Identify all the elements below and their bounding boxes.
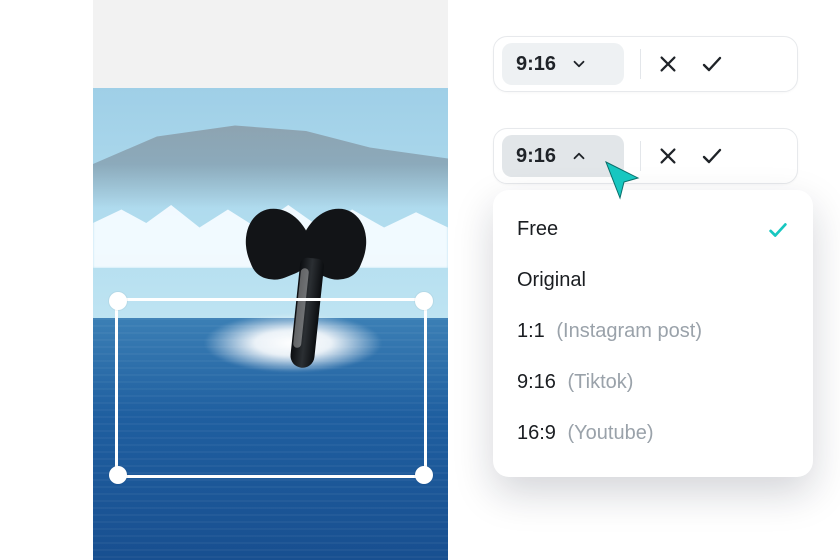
check-icon — [700, 144, 724, 168]
confirm-button[interactable] — [699, 143, 725, 169]
option-label: Original — [517, 269, 586, 292]
crop-handle-bottom-left[interactable] — [109, 466, 127, 484]
aspect-option-free[interactable]: Free — [493, 204, 813, 255]
cancel-button[interactable] — [655, 51, 681, 77]
option-ratio: 1:1 — [517, 320, 545, 342]
aspect-ratio-value: 9:16 — [516, 53, 556, 76]
canvas-background — [93, 0, 448, 560]
aspect-selector-collapsed: 9:16 — [493, 36, 798, 92]
crop-rectangle[interactable] — [115, 298, 427, 478]
aspect-ratio-dropdown[interactable]: 9:16 — [502, 43, 624, 85]
aspect-selector-open: 9:16 — [493, 128, 798, 184]
option-ratio: 16:9 — [517, 422, 556, 444]
aspect-ratio-dropdown-open[interactable]: 9:16 — [502, 135, 624, 177]
confirm-button[interactable] — [699, 51, 725, 77]
option-desc: (Youtube) — [568, 422, 654, 444]
aspect-ratio-menu: Free Original 1:1 (Instagram post) 9:16 … — [493, 190, 813, 477]
check-icon — [700, 52, 724, 76]
chevron-up-icon — [570, 147, 588, 165]
option-label: Free — [517, 218, 558, 241]
crop-handle-top-right[interactable] — [415, 292, 433, 310]
aspect-option-original[interactable]: Original — [493, 255, 813, 306]
chevron-down-icon — [570, 55, 588, 73]
aspect-option-9-16[interactable]: 9:16 (Tiktok) — [493, 357, 813, 408]
close-icon — [657, 145, 679, 167]
option-ratio: 9:16 — [517, 371, 556, 393]
aspect-option-16-9[interactable]: 16:9 (Youtube) — [493, 408, 813, 459]
divider — [640, 49, 641, 79]
check-icon — [767, 219, 789, 241]
divider — [640, 141, 641, 171]
crop-handle-top-left[interactable] — [109, 292, 127, 310]
aspect-ratio-value: 9:16 — [516, 145, 556, 168]
cancel-button[interactable] — [655, 143, 681, 169]
image-preview — [93, 88, 448, 560]
aspect-option-1-1[interactable]: 1:1 (Instagram post) — [493, 306, 813, 357]
close-icon — [657, 53, 679, 75]
option-desc: (Tiktok) — [568, 371, 634, 393]
crop-handle-bottom-right[interactable] — [415, 466, 433, 484]
option-desc: (Instagram post) — [556, 320, 702, 342]
